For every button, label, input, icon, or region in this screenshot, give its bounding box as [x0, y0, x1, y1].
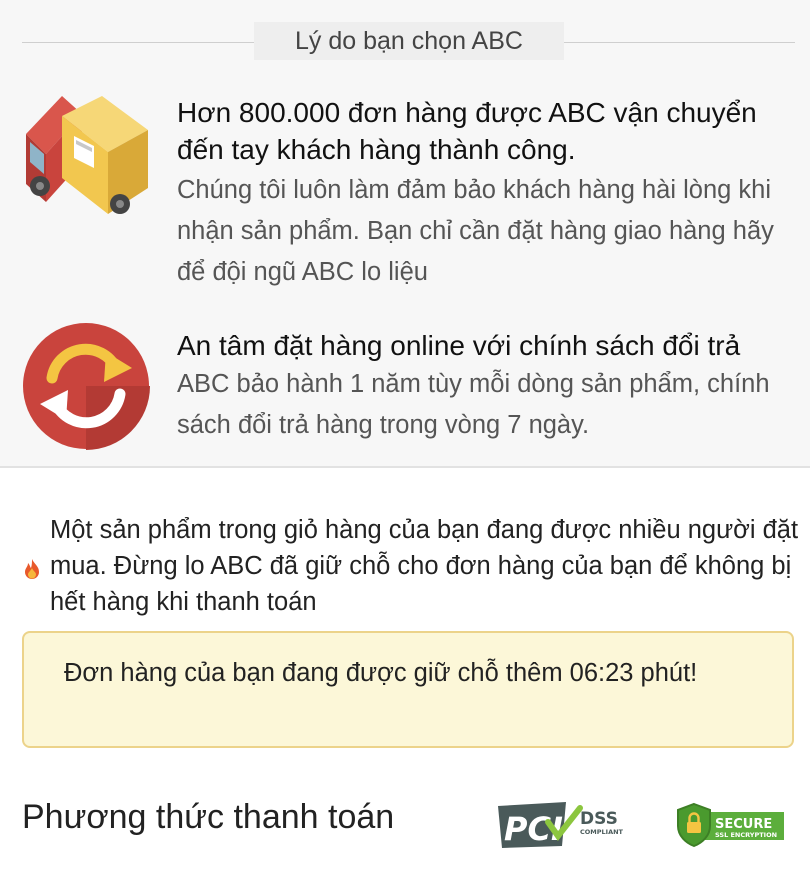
pci-compliant-text: COMPLIANT [580, 828, 624, 836]
order-hold-text: Đơn hàng của bạn đang được giữ chỗ thêm … [64, 659, 698, 687]
payment-methods-title: Phương thức thanh toán [22, 798, 395, 836]
flame-icon [25, 559, 39, 579]
pci-dss-badge: PCI DSS COMPLIANT [498, 802, 624, 848]
delivery-truck-icon [26, 96, 148, 214]
ssl-secure-text: SECURE [715, 817, 772, 832]
reason-description-return-policy: ABC bảo hành 1 năm tùy mỗi dòng sản phẩm… [177, 370, 770, 439]
reasons-section: Lý do bạn chọn ABC Hơn 800.000 đơn hàng … [0, 0, 810, 468]
pci-dss-text: DSS [580, 809, 618, 829]
ssl-encryption-text: SSL ENCRYPTION [715, 831, 777, 839]
reason-description-delivery: Chúng tôi luôn làm đảm bảo khách hàng hà… [177, 176, 774, 286]
exchange-arrows-icon [23, 323, 150, 450]
notice-text: Một sản phẩm trong giỏ hàng của bạn đang… [50, 516, 799, 616]
reason-heading-return-policy: An tâm đặt hàng online với chính sách đổ… [177, 330, 741, 361]
section-title: Lý do bạn chọn ABC [254, 22, 564, 60]
order-hold-alert: Đơn hàng của bạn đang được giữ chỗ thêm … [22, 631, 794, 748]
ssl-secure-badge: SECURE SSL ENCRYPTION [677, 802, 784, 848]
reason-heading-delivery: Hơn 800.000 đơn hàng được ABC vận chuyển… [177, 97, 757, 165]
